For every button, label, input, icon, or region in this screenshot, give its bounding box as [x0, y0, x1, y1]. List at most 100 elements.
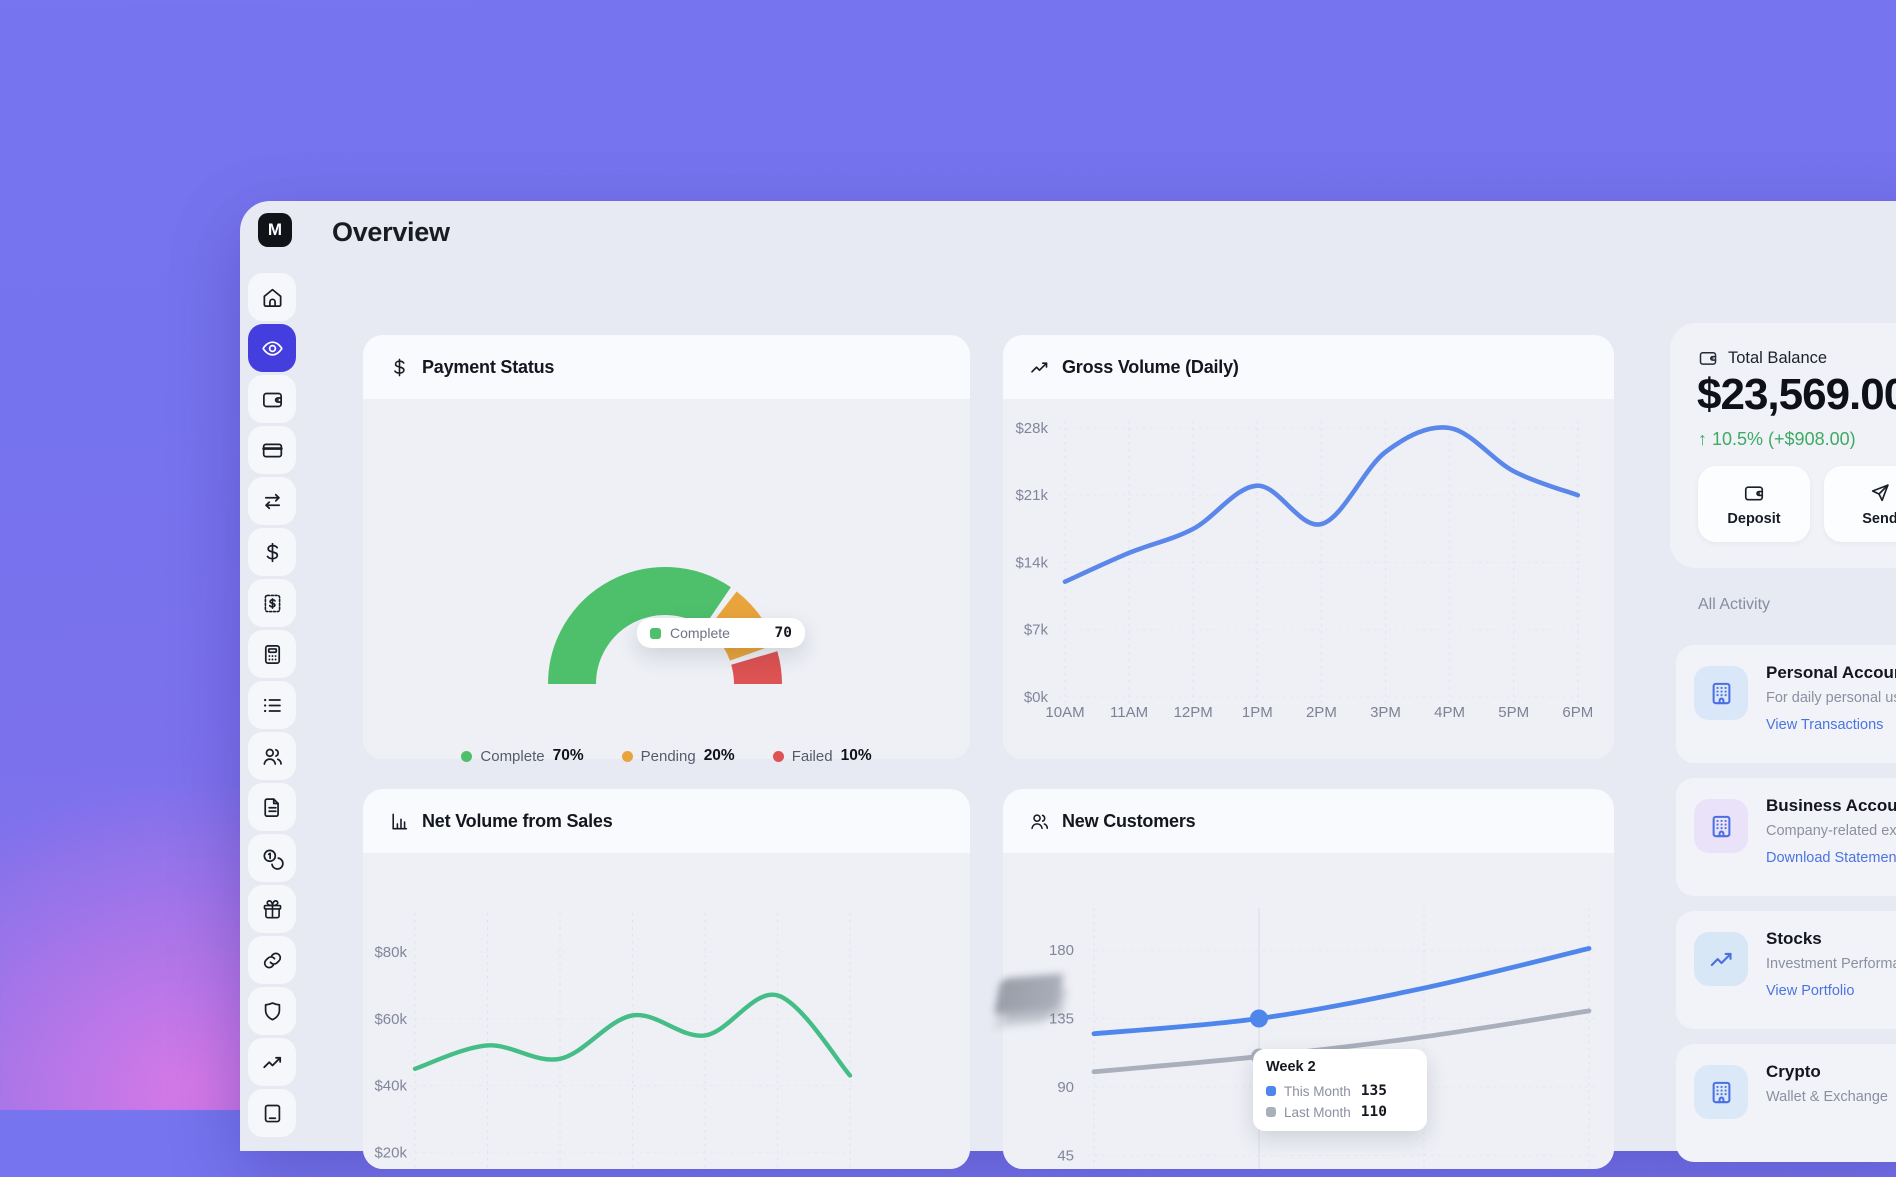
legend-item: Complete70% [461, 747, 583, 765]
users-icon [1029, 811, 1050, 832]
svg-text:10AM: 10AM [1045, 704, 1084, 721]
gross-volume-chart: $28k$21k$14k$7k$0k10AM11AM12PM1PM2PM3PM4… [1003, 399, 1614, 759]
sidebar-item-document[interactable] [248, 783, 296, 831]
sidebar-item-wallet[interactable] [248, 375, 296, 423]
svg-text:12PM: 12PM [1174, 704, 1213, 721]
tooltip-rows: This Month135Last Month110 [1266, 1083, 1414, 1120]
home-icon [261, 286, 284, 309]
app-logo[interactable]: M [258, 213, 292, 247]
dollar-icon [389, 357, 410, 378]
activity-card-stocks[interactable]: StocksInvestment PerformanceView Portfol… [1676, 911, 1896, 1029]
legend-value: 20% [704, 747, 735, 765]
activity-card-personal-account[interactable]: Personal Account For daily personal use Vi… [1676, 645, 1896, 763]
activity-card-business-account[interactable]: Business Account Company-related expenses… [1676, 778, 1896, 896]
cursor-artifact [994, 973, 1064, 1014]
wallet-icon [1743, 482, 1765, 504]
invoice-icon [261, 592, 284, 615]
payment-status-body: Complete70%Pending20%Failed10% Complete … [363, 399, 970, 759]
sidebar-item-dollar[interactable] [248, 528, 296, 576]
sidebar-item-link[interactable] [248, 936, 296, 984]
all-activity-heading: All Activity [1698, 596, 1770, 614]
trend-up-icon [1708, 946, 1735, 973]
legend-item: Pending 20% [622, 747, 735, 765]
sidebar-item-invoice[interactable] [248, 579, 296, 627]
list-icon [261, 694, 284, 717]
legend-item: Failed10% [773, 747, 872, 765]
svg-text:11AM: 11AM [1110, 704, 1148, 721]
send-button[interactable]: Send [1824, 466, 1896, 542]
sidebar-item-gift[interactable] [248, 885, 296, 933]
tooltip-title: Week 2 [1266, 1059, 1414, 1075]
activity-title: Personal Account [1766, 663, 1896, 683]
sidebar-item-transfer-arrows[interactable] [248, 477, 296, 525]
svg-text:90: 90 [1057, 1079, 1074, 1096]
transfer-arrows-icon [261, 490, 284, 513]
tooltip-series-name: This Month [1284, 1084, 1351, 1099]
sidebar-item-credit-card[interactable] [248, 426, 296, 474]
svg-text:$7k: $7k [1024, 622, 1049, 639]
shield-icon [261, 1000, 284, 1023]
gift-icon [261, 898, 284, 921]
svg-text:135: 135 [1049, 1010, 1074, 1027]
new-customers-card: 1801359045 Week 2 This Month135Last Mont… [1003, 789, 1614, 1169]
sidebar-item-home[interactable] [248, 273, 296, 321]
svg-text:1PM: 1PM [1242, 704, 1273, 721]
legend-label: Pending [641, 748, 696, 765]
svg-text:$14k: $14k [1015, 554, 1048, 571]
net-volume-chart: $80k$60k$40k$20k [363, 853, 970, 1169]
sidebar-item-eye[interactable] [248, 324, 296, 372]
activity-icon-tile [1694, 932, 1748, 986]
document-icon [261, 796, 284, 819]
balance-actions: DepositSend [1698, 466, 1896, 542]
net-volume-card: $80k$60k$40k$20k Net Volume from Sales [363, 789, 970, 1169]
svg-text:2PM: 2PM [1306, 704, 1337, 721]
tooltip-row: This Month135 [1266, 1083, 1414, 1099]
total-balance-label: Total Balance [1728, 349, 1827, 368]
net-volume-body: $80k$60k$40k$20k [363, 853, 970, 1169]
sidebar-item-shield[interactable] [248, 987, 296, 1035]
tooltip-swatch [1266, 1107, 1276, 1117]
svg-text:3PM: 3PM [1370, 704, 1401, 721]
building-icon [1708, 1079, 1735, 1106]
total-balance-amount: $23,569.00 [1697, 370, 1896, 420]
activity-card-crypto[interactable]: CryptoWallet & Exchange [1676, 1044, 1896, 1162]
tooltip-swatch [1266, 1086, 1276, 1096]
activity-title: Crypto [1766, 1062, 1821, 1082]
legend-value: 70% [553, 747, 584, 765]
deposit-button[interactable]: Deposit [1698, 466, 1810, 542]
wallet-icon [261, 388, 284, 411]
activity-icon-tile [1694, 666, 1748, 720]
activity-icon-tile [1694, 799, 1748, 853]
card-title: Gross Volume (Daily) [1062, 357, 1239, 378]
sidebar-item-trend-up[interactable] [248, 1038, 296, 1086]
activity-subtitle: Company-related expenses [1766, 823, 1896, 839]
sidebar-item-calculator[interactable] [248, 630, 296, 678]
chart-bar-icon [389, 811, 410, 832]
page-title: Overview [332, 217, 450, 248]
balance-change: ↑ 10.5% (+$908.00) [1698, 429, 1856, 450]
legend-label: Failed [792, 748, 833, 765]
activity-subtitle: For daily personal use [1766, 690, 1896, 706]
wallet-icon [1698, 348, 1718, 368]
activity-link[interactable]: View Portfolio [1766, 983, 1854, 999]
payment-status-gauge-chart [363, 399, 970, 759]
calculator-icon [261, 643, 284, 666]
activity-title: Business Account [1766, 796, 1896, 816]
link-icon [261, 949, 284, 972]
legend-dot [461, 751, 472, 762]
tooltip-series-name: Last Month [1284, 1105, 1351, 1120]
activity-link[interactable]: Download Statement [1766, 850, 1896, 866]
tooltip-label: Complete [670, 625, 730, 641]
card-title: New Customers [1062, 811, 1195, 832]
sidebar-item-list[interactable] [248, 681, 296, 729]
week-tooltip: Week 2 This Month135Last Month110 [1253, 1049, 1427, 1131]
svg-text:45: 45 [1057, 1147, 1074, 1164]
sidebar-item-box[interactable] [248, 1089, 296, 1137]
svg-text:4PM: 4PM [1434, 704, 1465, 721]
new-customers-body: 1801359045 Week 2 This Month135Last Mont… [1003, 853, 1614, 1169]
sidebar [248, 273, 296, 1137]
sidebar-item-users[interactable] [248, 732, 296, 780]
sidebar-item-coins[interactable] [248, 834, 296, 882]
activity-link[interactable]: View Transactions [1766, 717, 1883, 733]
eye-icon [261, 337, 284, 360]
